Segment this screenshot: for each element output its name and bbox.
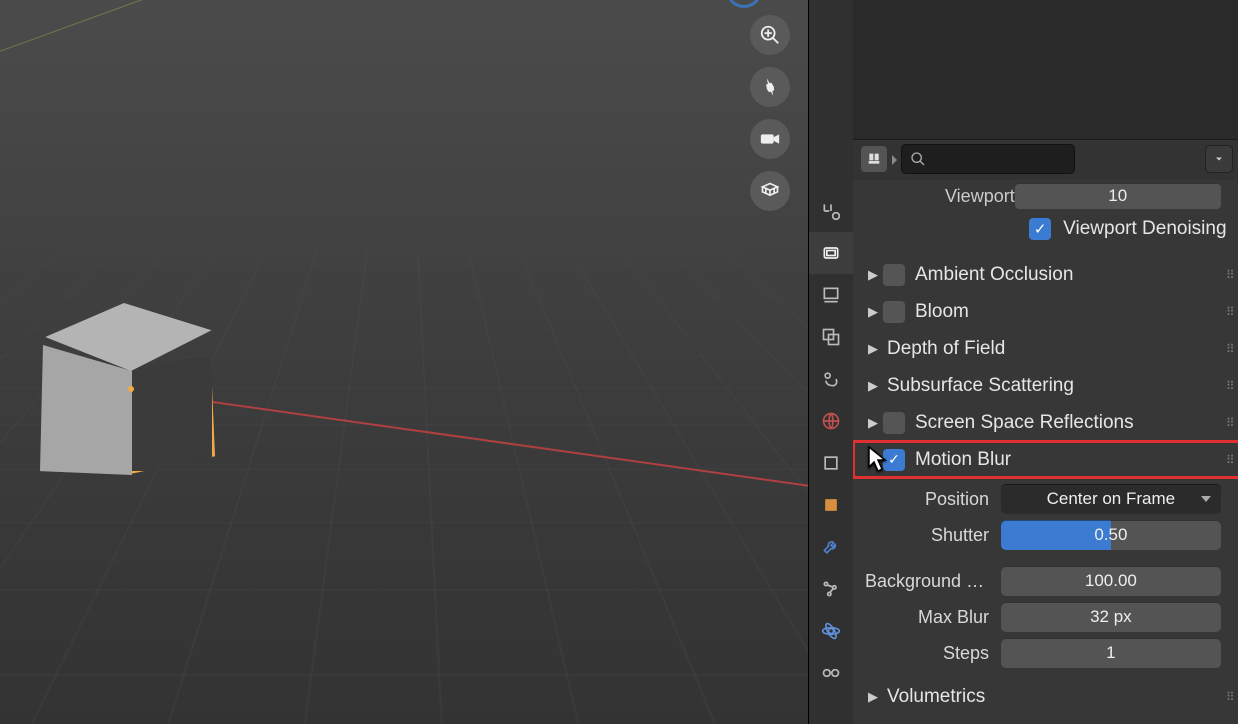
panel-ambient-occlusion[interactable]: ▶ Ambient Occlusion ⠿ bbox=[853, 256, 1238, 293]
mb-maxblur-field[interactable]: 32 px bbox=[1001, 602, 1221, 632]
nav-gizmo[interactable] bbox=[726, 0, 762, 8]
disclosure-icon: ▼ bbox=[863, 452, 883, 467]
panel-bloom[interactable]: ▶ Bloom ⠿ bbox=[853, 293, 1238, 330]
mb-position-dropdown[interactable]: Center on Frame bbox=[1001, 484, 1221, 514]
grid-toggle-icon[interactable] bbox=[750, 171, 790, 211]
mb-bgsep-field[interactable]: 100.00 bbox=[1001, 566, 1221, 596]
drag-grip-icon[interactable]: ⠿ bbox=[1226, 416, 1237, 430]
disclosure-icon: ▶ bbox=[863, 378, 883, 394]
tab-world[interactable] bbox=[809, 400, 853, 442]
drag-grip-icon[interactable]: ⠿ bbox=[1226, 453, 1237, 467]
viewport-samples-field[interactable]: 10 bbox=[1015, 183, 1221, 209]
drag-grip-icon[interactable]: ⠿ bbox=[1226, 305, 1237, 319]
tab-physics[interactable] bbox=[809, 610, 853, 652]
disclosure-icon: ▶ bbox=[863, 267, 883, 283]
bloom-checkbox[interactable] bbox=[883, 301, 905, 323]
tab-modifiers[interactable] bbox=[809, 484, 853, 526]
viewport-denoise-label: Viewport Denoising bbox=[1063, 218, 1226, 240]
properties-search[interactable] bbox=[901, 144, 1075, 174]
panel-performance[interactable]: ▶ Performance ⠿ bbox=[853, 715, 1238, 724]
viewport-denoise-checkbox[interactable]: ✓ bbox=[1029, 218, 1051, 240]
motion-blur-subpanel: Position Center on Frame Shutter 0.50 Ba… bbox=[853, 478, 1238, 678]
motion-blur-checkbox[interactable]: ✓ bbox=[883, 449, 905, 471]
tab-object[interactable] bbox=[809, 442, 853, 484]
properties-pin[interactable] bbox=[861, 146, 887, 172]
panel-subsurface-scattering[interactable]: ▶ Subsurface Scattering ⠿ bbox=[853, 367, 1238, 404]
viewport-samples-label: Viewport bbox=[945, 186, 1015, 207]
mb-bgsep-label: Background S... bbox=[865, 571, 1001, 592]
viewport-3d[interactable] bbox=[0, 0, 808, 724]
viewport-samples-row: Viewport 10 bbox=[853, 182, 1238, 210]
panel-depth-of-field[interactable]: ▶ Depth of Field ⠿ bbox=[853, 330, 1238, 367]
drag-grip-icon[interactable]: ⠿ bbox=[1226, 268, 1237, 282]
tab-tool[interactable] bbox=[809, 190, 853, 232]
panel-motion-blur[interactable]: ▼ ✓ Motion Blur ⠿ bbox=[853, 441, 1238, 478]
camera-icon[interactable] bbox=[750, 119, 790, 159]
pan-icon[interactable] bbox=[750, 67, 790, 107]
tab-render[interactable] bbox=[809, 232, 853, 274]
mb-position-label: Position bbox=[865, 489, 1001, 510]
tab-constraints[interactable] bbox=[809, 652, 853, 694]
tab-output[interactable] bbox=[809, 274, 853, 316]
axis-y bbox=[0, 0, 231, 70]
mb-shutter-slider[interactable]: 0.50 bbox=[1001, 520, 1221, 550]
mb-shutter-label: Shutter bbox=[865, 525, 1001, 546]
tab-particles[interactable] bbox=[809, 568, 853, 610]
disclosure-icon: ▶ bbox=[863, 341, 883, 357]
object-origin bbox=[128, 386, 134, 392]
mb-maxblur-label: Max Blur bbox=[865, 607, 1001, 628]
properties-options[interactable] bbox=[1205, 145, 1233, 173]
drag-grip-icon[interactable]: ⠿ bbox=[1226, 690, 1237, 704]
disclosure-icon: ▶ bbox=[863, 304, 883, 320]
mb-steps-label: Steps bbox=[865, 643, 1001, 664]
properties-header bbox=[853, 0, 1238, 140]
panel-volumetrics[interactable]: ▶ Volumetrics ⠿ bbox=[853, 678, 1238, 715]
selected-cube[interactable] bbox=[40, 303, 215, 483]
tab-scene[interactable] bbox=[809, 358, 853, 400]
panel-screen-space-reflections[interactable]: ▶ Screen Space Reflections ⠿ bbox=[853, 404, 1238, 441]
disclosure-icon: ▶ bbox=[863, 689, 883, 705]
disclosure-icon: ▶ bbox=[863, 415, 883, 431]
ao-checkbox[interactable] bbox=[883, 264, 905, 286]
search-icon bbox=[910, 151, 926, 167]
ssr-checkbox[interactable] bbox=[883, 412, 905, 434]
drag-grip-icon[interactable]: ⠿ bbox=[1226, 379, 1237, 393]
mb-steps-field[interactable]: 1 bbox=[1001, 638, 1221, 668]
zoom-icon[interactable] bbox=[750, 15, 790, 55]
tab-viewlayer[interactable] bbox=[809, 316, 853, 358]
properties-panel: Viewport 10 ✓ Viewport Denoising ▶ Ambie… bbox=[853, 0, 1238, 724]
properties-tabs bbox=[809, 0, 853, 724]
drag-grip-icon[interactable]: ⠿ bbox=[1226, 342, 1237, 356]
tab-modifier-wrench[interactable] bbox=[809, 526, 853, 568]
